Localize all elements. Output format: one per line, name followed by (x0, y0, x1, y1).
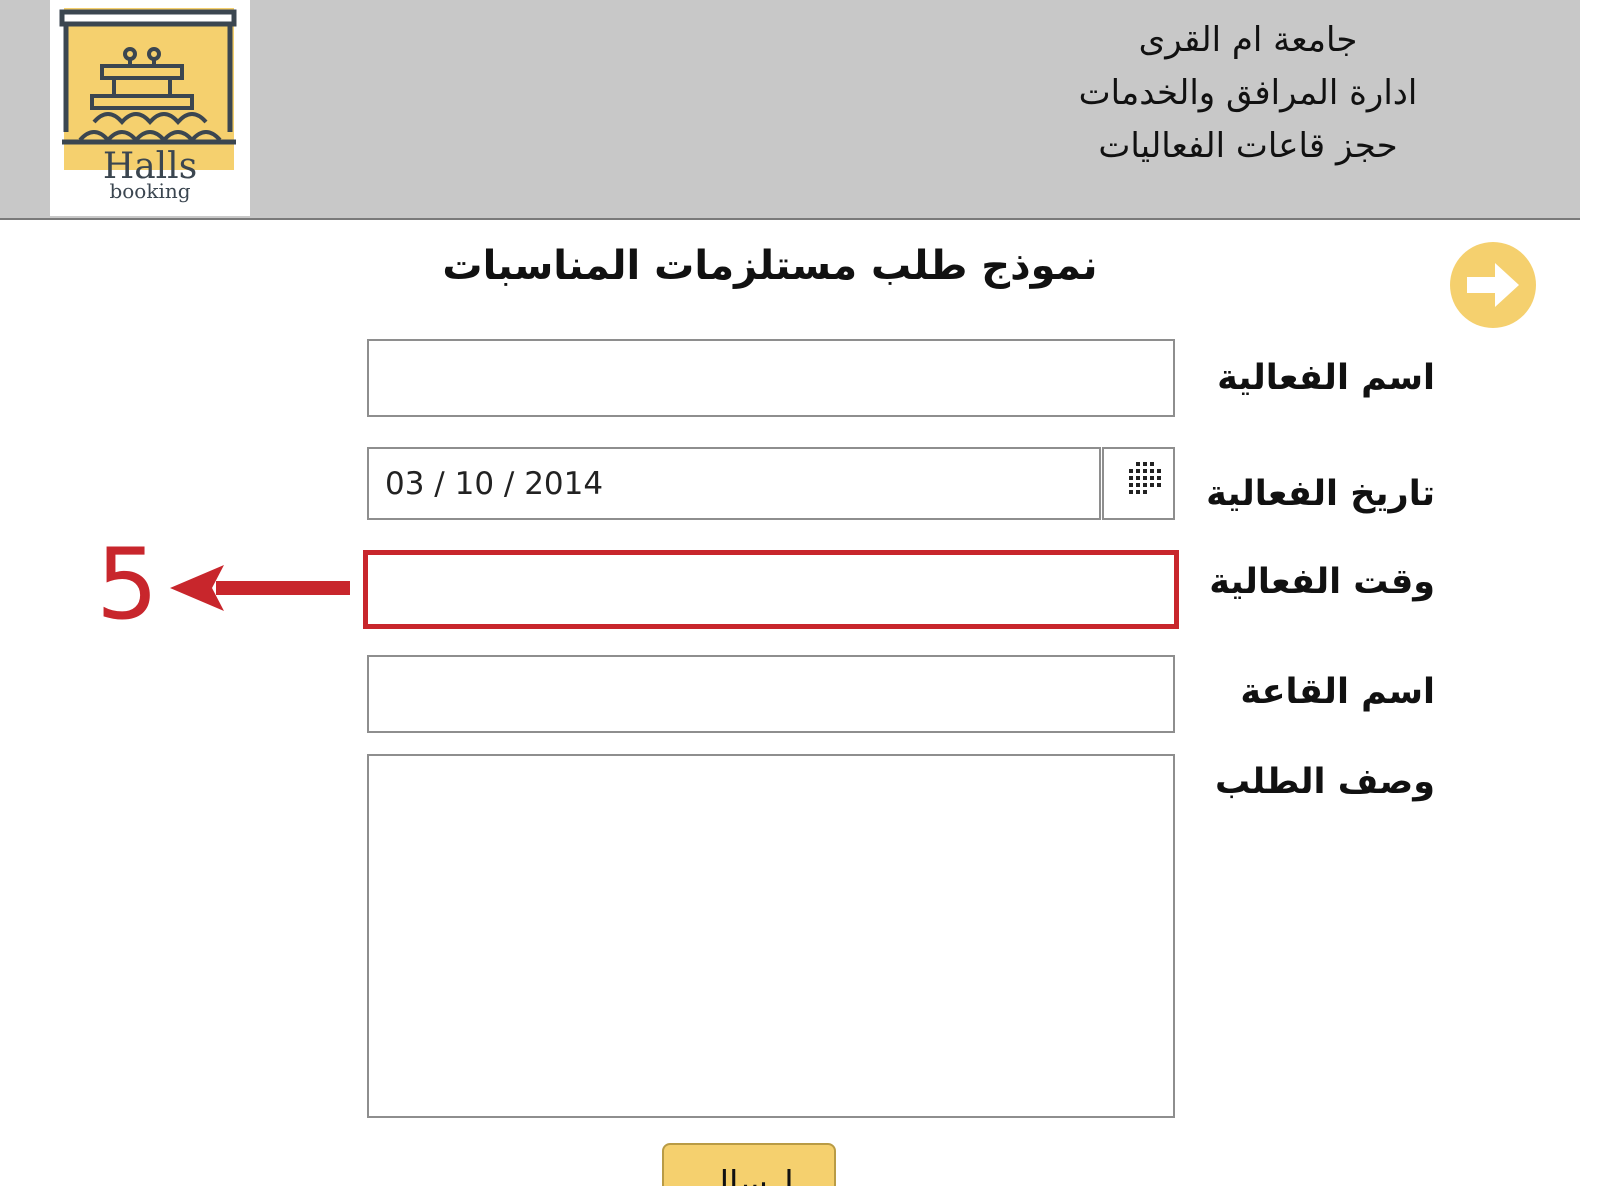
hall-name-input[interactable] (367, 655, 1175, 733)
department-name: ادارة المرافق والخدمات (1078, 73, 1418, 113)
app-header: Halls booking جامعة ام القرى ادارة المرا… (0, 0, 1580, 220)
annotation-arrow-icon (170, 565, 350, 611)
calendar-grid-icon (1128, 462, 1161, 494)
system-name: حجز قاعات الفعاليات (1098, 126, 1398, 166)
request-description-textarea[interactable] (367, 754, 1175, 1118)
request-description-label: وصف الطلب (1214, 762, 1435, 802)
annotation-number: 5 (96, 528, 159, 642)
organization-block: جامعة ام القرى ادارة المرافق والخدمات حج… (1038, 14, 1458, 173)
date-picker-button[interactable] (1102, 447, 1175, 520)
event-name-input[interactable] (367, 339, 1175, 417)
event-date-input[interactable] (367, 447, 1101, 520)
event-date-label: تاريخ الفعالية (1206, 474, 1435, 514)
event-name-label: اسم الفعالية (1217, 358, 1435, 398)
logo-subtitle: booking (109, 179, 190, 203)
submit-button[interactable]: ارسال (662, 1143, 836, 1186)
event-time-input[interactable] (363, 550, 1179, 629)
page: Halls booking جامعة ام القرى ادارة المرا… (0, 0, 1616, 1186)
hall-name-label: اسم القاعة (1240, 672, 1435, 712)
back-button[interactable] (1449, 241, 1537, 329)
arrow-right-icon (1450, 242, 1536, 328)
university-name: جامعة ام القرى (1138, 20, 1358, 60)
event-time-label: وقت الفعالية (1209, 562, 1435, 602)
form-title: نموذج طلب مستلزمات المناسبات (442, 243, 1098, 289)
halls-booking-logo: Halls booking (50, 0, 250, 216)
